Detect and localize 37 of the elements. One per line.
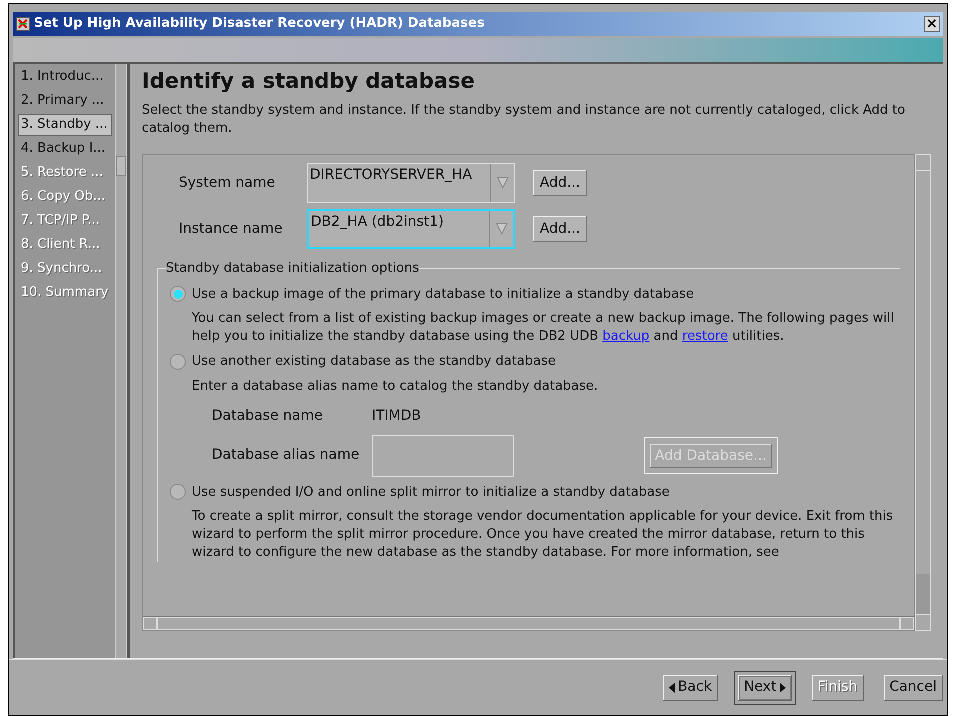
step-item[interactable]: 1. Introduc... — [18, 66, 112, 88]
option-label[interactable]: Use suspended I/O and online split mirror to initialize a standby database — [192, 482, 670, 502]
radio-button[interactable] — [170, 286, 186, 302]
option-description: To create a split mirror, consult the storage vendor documentation applicable for your device. Exit from this wizard to perform the split mirror procedure. Once you have created the mirror database, return to this wizard to configure the new database as the standby database. For more information, see — [192, 508, 894, 562]
radio-button[interactable] — [170, 354, 186, 370]
left-arrow-icon — [669, 682, 676, 692]
close-button[interactable]: × — [924, 16, 940, 32]
page-heading: Identify a standby database — [142, 68, 476, 95]
step-item[interactable]: 3. Standby ... — [18, 114, 112, 136]
step-item[interactable]: 4. Backup I... — [18, 138, 112, 160]
database-name-label: Database name — [212, 406, 324, 426]
dropdown-arrow-icon — [496, 223, 508, 235]
dropdown[interactable]: DIRECTORYSERVER_HA — [307, 163, 515, 203]
wizard-button[interactable]: Cancel — [884, 674, 943, 700]
option-label[interactable]: Use another existing database as the standby database — [192, 352, 556, 372]
option-description: You can select from a list of existing backup images or create a new backup image. The following pages will help you to initialize the standby database using the DB2 UDB backup and restore utilities. — [192, 310, 896, 346]
field-label: Instance name — [178, 220, 284, 238]
right-arrow-icon — [780, 682, 786, 692]
wizard-button[interactable]: Back — [663, 674, 718, 700]
alias-input-field[interactable] — [372, 434, 514, 476]
add-button[interactable]: Add... — [533, 216, 588, 242]
field-label: System name — [178, 174, 276, 192]
app-icon — [16, 17, 30, 31]
dropdown[interactable]: DB2_HA (db2inst1) — [307, 209, 515, 249]
link[interactable]: restore — [682, 329, 728, 344]
database-name: ITIMDB — [372, 406, 422, 426]
window-title: Set Up High Availability Disaster Recovery (HADR) Databases — [34, 15, 486, 34]
radio-button[interactable] — [170, 484, 186, 500]
group-title: Standby database initialization options — [166, 260, 420, 278]
add-button[interactable]: Add... — [533, 170, 588, 196]
alias-label: Database alias name — [212, 446, 361, 465]
step-item[interactable]: 2. Primary ... — [18, 90, 112, 112]
option-description: Enter a database alias name to catalog the standby database. — [192, 378, 600, 396]
dropdown-arrow-icon — [496, 177, 508, 189]
link[interactable]: backup — [602, 329, 650, 344]
option-label[interactable]: Use a backup image of the primary database to initialize a standby database — [192, 284, 694, 304]
page-intro: Select the standby system and instance. If the standby system and instance are not currently cataloged, click Add to catalog them. — [142, 102, 906, 138]
